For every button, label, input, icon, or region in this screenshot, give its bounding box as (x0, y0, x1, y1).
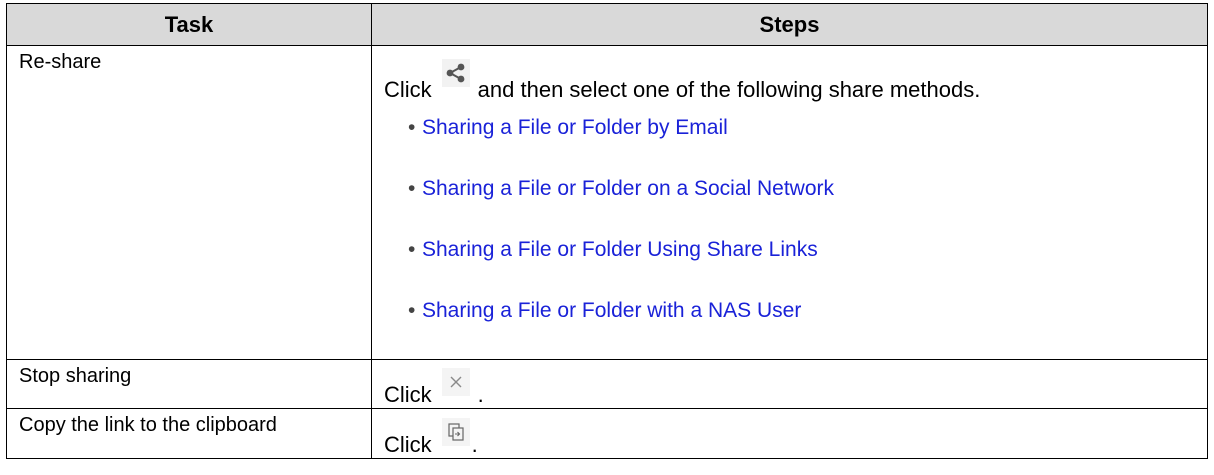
table-row: Copy the link to the clipboard Click . (6, 408, 1208, 459)
share-icon (441, 59, 470, 87)
task-steps-table: Task Steps Re-share Click and then selec… (6, 3, 1208, 459)
list-item: • Sharing a File or Folder by Email (408, 116, 728, 139)
link-share-links[interactable]: Sharing a File or Folder Using Share Lin… (422, 238, 818, 261)
click-text: Click (384, 382, 432, 407)
click-text: Click (384, 77, 432, 102)
click-text: Click (384, 432, 432, 457)
close-icon (441, 368, 470, 396)
task-label: Re-share (19, 51, 102, 73)
instruction-text: . (471, 432, 478, 457)
step-instruction: Click . (384, 368, 1195, 408)
task-cell: Re-share (6, 45, 372, 360)
step-instruction: Click and then select one of the followi… (384, 59, 1195, 103)
header-task: Task (6, 3, 372, 46)
steps-cell: Click and then select one of the followi… (371, 45, 1208, 360)
share-methods-list: • Sharing a File or Folder by Email • Shar… (384, 115, 1195, 324)
step-instruction: Click . (384, 418, 1195, 458)
task-cell: Copy the link to the clipboard (6, 408, 372, 459)
instruction-text: . (477, 382, 484, 407)
table-row: Stop sharing Click . (6, 359, 1208, 409)
list-item: • Sharing a File or Folder on a Social Ne… (408, 177, 835, 200)
steps-cell: Click . (371, 408, 1208, 459)
steps-cell: Click . (371, 359, 1208, 409)
instruction-text: and then select one of the following sha… (477, 77, 981, 102)
link-share-nas-user[interactable]: Sharing a File or Folder with a NAS User (422, 299, 801, 322)
header-steps: Steps (371, 3, 1208, 46)
table-header-row: Task Steps (6, 3, 1208, 46)
list-item: • Sharing a File or Folder Using Share Li… (408, 238, 818, 261)
list-item: • Sharing a File or Folder with a NAS Use… (408, 299, 802, 322)
task-label: Copy the link to the clipboard (19, 414, 277, 436)
copy-icon (441, 418, 470, 446)
link-share-social-network[interactable]: Sharing a File or Folder on a Social Net… (422, 177, 834, 200)
task-label: Stop sharing (19, 365, 132, 387)
task-cell: Stop sharing (6, 359, 372, 409)
table-row: Re-share Click and then select one of th… (6, 45, 1208, 360)
link-share-by-email[interactable]: Sharing a File or Folder by Email (422, 116, 728, 139)
